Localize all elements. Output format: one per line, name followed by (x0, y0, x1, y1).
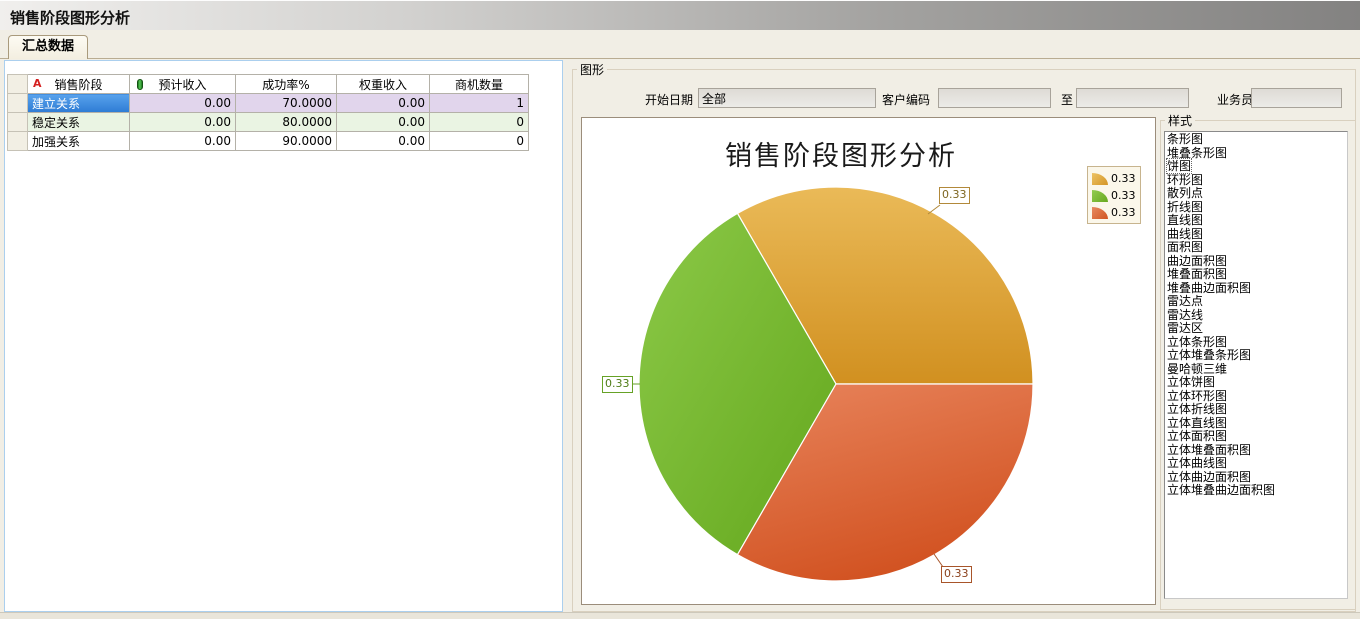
style-item[interactable]: 堆叠条形图 (1167, 147, 1347, 161)
style-item[interactable]: 立体直线图 (1167, 417, 1347, 431)
customer-code-label: 客户编码 (882, 92, 935, 108)
col-header-expected[interactable]: 预计收入 (130, 75, 236, 94)
bottom-status-bar (0, 612, 1360, 619)
tab-baseline (0, 58, 1360, 59)
style-item[interactable]: 立体折线图 (1167, 403, 1347, 417)
legend-swatch-orange-icon (1092, 173, 1108, 185)
slice-label-orange: 0.33 (939, 187, 970, 204)
cell-stage[interactable]: 建立关系 (28, 94, 130, 113)
cell-count[interactable]: 0 (430, 132, 529, 151)
chart-style-list: 条形图 堆叠条形图 饼图 环形图 散列点 折线图 直线图 曲线图 面积图 曲边面… (1164, 131, 1348, 599)
style-item[interactable]: 曼哈顿三维 (1167, 363, 1347, 377)
pie-chart (582, 118, 1157, 606)
start-date-input[interactable] (698, 88, 876, 108)
style-item[interactable]: 直线图 (1167, 214, 1347, 228)
chart-area: 销售阶段图形分析 0.33 0.33 0.33 0.33 0.33 0.33 (581, 117, 1156, 605)
style-item[interactable]: 立体曲边面积图 (1167, 471, 1347, 485)
style-item[interactable]: 堆叠面积图 (1167, 268, 1347, 282)
summary-table: A销售阶段 预计收入 成功率% 权重收入 商机数量 建立关系 0.00 70.0… (7, 74, 529, 151)
legend-swatch-green-icon (1092, 190, 1108, 202)
style-item[interactable]: 条形图 (1167, 133, 1347, 147)
cell-expected[interactable]: 0.00 (130, 113, 236, 132)
table-row: 稳定关系 0.00 80.0000 0.00 0 (8, 113, 529, 132)
style-item[interactable]: 立体堆叠条形图 (1167, 349, 1347, 363)
style-item[interactable]: 立体饼图 (1167, 376, 1347, 390)
row-selector[interactable] (8, 132, 28, 151)
customer-code-to-input[interactable] (1076, 88, 1189, 108)
start-date-label: 开始日期 (645, 92, 695, 108)
green-bar-icon (137, 79, 143, 90)
col-header-rate[interactable]: 成功率% (236, 75, 337, 94)
style-item[interactable]: 立体面积图 (1167, 430, 1347, 444)
row-selector[interactable] (8, 113, 28, 132)
cell-rate[interactable]: 80.0000 (236, 113, 337, 132)
chart-legend: 0.33 0.33 0.33 (1087, 166, 1141, 224)
table-header-row: A销售阶段 预计收入 成功率% 权重收入 商机数量 (8, 75, 529, 94)
cell-count[interactable]: 0 (430, 113, 529, 132)
cell-stage[interactable]: 加强关系 (28, 132, 130, 151)
to-label: 至 (1061, 92, 1075, 108)
row-selector-header (8, 75, 28, 94)
legend-row: 0.33 (1092, 170, 1140, 187)
style-item[interactable]: 雷达点 (1167, 295, 1347, 309)
table-row: 加强关系 0.00 90.0000 0.00 0 (8, 132, 529, 151)
col-header-weighted[interactable]: 权重收入 (337, 75, 430, 94)
cell-rate[interactable]: 70.0000 (236, 94, 337, 113)
graph-group-label: 图形 (577, 61, 607, 78)
style-item-selected[interactable]: 饼图 (1167, 160, 1347, 174)
style-item[interactable]: 曲线图 (1167, 228, 1347, 242)
style-item[interactable]: 散列点 (1167, 187, 1347, 201)
tab-summary-data[interactable]: 汇总数据 (8, 35, 88, 59)
cell-count[interactable]: 1 (430, 94, 529, 113)
style-item[interactable]: 堆叠曲边面积图 (1167, 282, 1347, 296)
style-item[interactable]: 立体堆叠面积图 (1167, 444, 1347, 458)
style-item[interactable]: 立体堆叠曲边面积图 (1167, 484, 1347, 498)
row-selector[interactable] (8, 94, 28, 113)
window-titlebar: 销售阶段图形分析 (0, 0, 1360, 30)
cell-stage[interactable]: 稳定关系 (28, 113, 130, 132)
cell-rate[interactable]: 90.0000 (236, 132, 337, 151)
col-header-stage[interactable]: A销售阶段 (28, 75, 130, 94)
cell-weighted[interactable]: 0.00 (337, 132, 430, 151)
red-a-icon: A (33, 78, 42, 90)
cell-weighted[interactable]: 0.00 (337, 94, 430, 113)
slice-label-red: 0.33 (941, 566, 972, 583)
col-header-count[interactable]: 商机数量 (430, 75, 529, 94)
style-item[interactable]: 折线图 (1167, 201, 1347, 215)
style-item[interactable]: 雷达线 (1167, 309, 1347, 323)
legend-swatch-red-icon (1092, 207, 1108, 219)
legend-row: 0.33 (1092, 204, 1140, 221)
customer-code-input[interactable] (938, 88, 1051, 108)
table-row: 建立关系 0.00 70.0000 0.00 1 (8, 94, 529, 113)
slice-label-green: 0.33 (602, 376, 633, 393)
style-item[interactable]: 立体曲线图 (1167, 457, 1347, 471)
style-group-label: 样式 (1165, 112, 1195, 129)
style-item[interactable]: 环形图 (1167, 174, 1347, 188)
style-item[interactable]: 立体环形图 (1167, 390, 1347, 404)
page-title: 销售阶段图形分析 (10, 7, 130, 28)
legend-row: 0.33 (1092, 187, 1140, 204)
style-item[interactable]: 雷达区 (1167, 322, 1347, 336)
tab-strip: 汇总数据 (0, 30, 1360, 60)
style-item[interactable]: 面积图 (1167, 241, 1347, 255)
cell-expected[interactable]: 0.00 (130, 94, 236, 113)
salesman-input[interactable] (1251, 88, 1342, 108)
style-item[interactable]: 立体条形图 (1167, 336, 1347, 350)
style-item[interactable]: 曲边面积图 (1167, 255, 1347, 269)
summary-panel: A销售阶段 预计收入 成功率% 权重收入 商机数量 建立关系 0.00 70.0… (4, 60, 563, 612)
cell-expected[interactable]: 0.00 (130, 132, 236, 151)
cell-weighted[interactable]: 0.00 (337, 113, 430, 132)
